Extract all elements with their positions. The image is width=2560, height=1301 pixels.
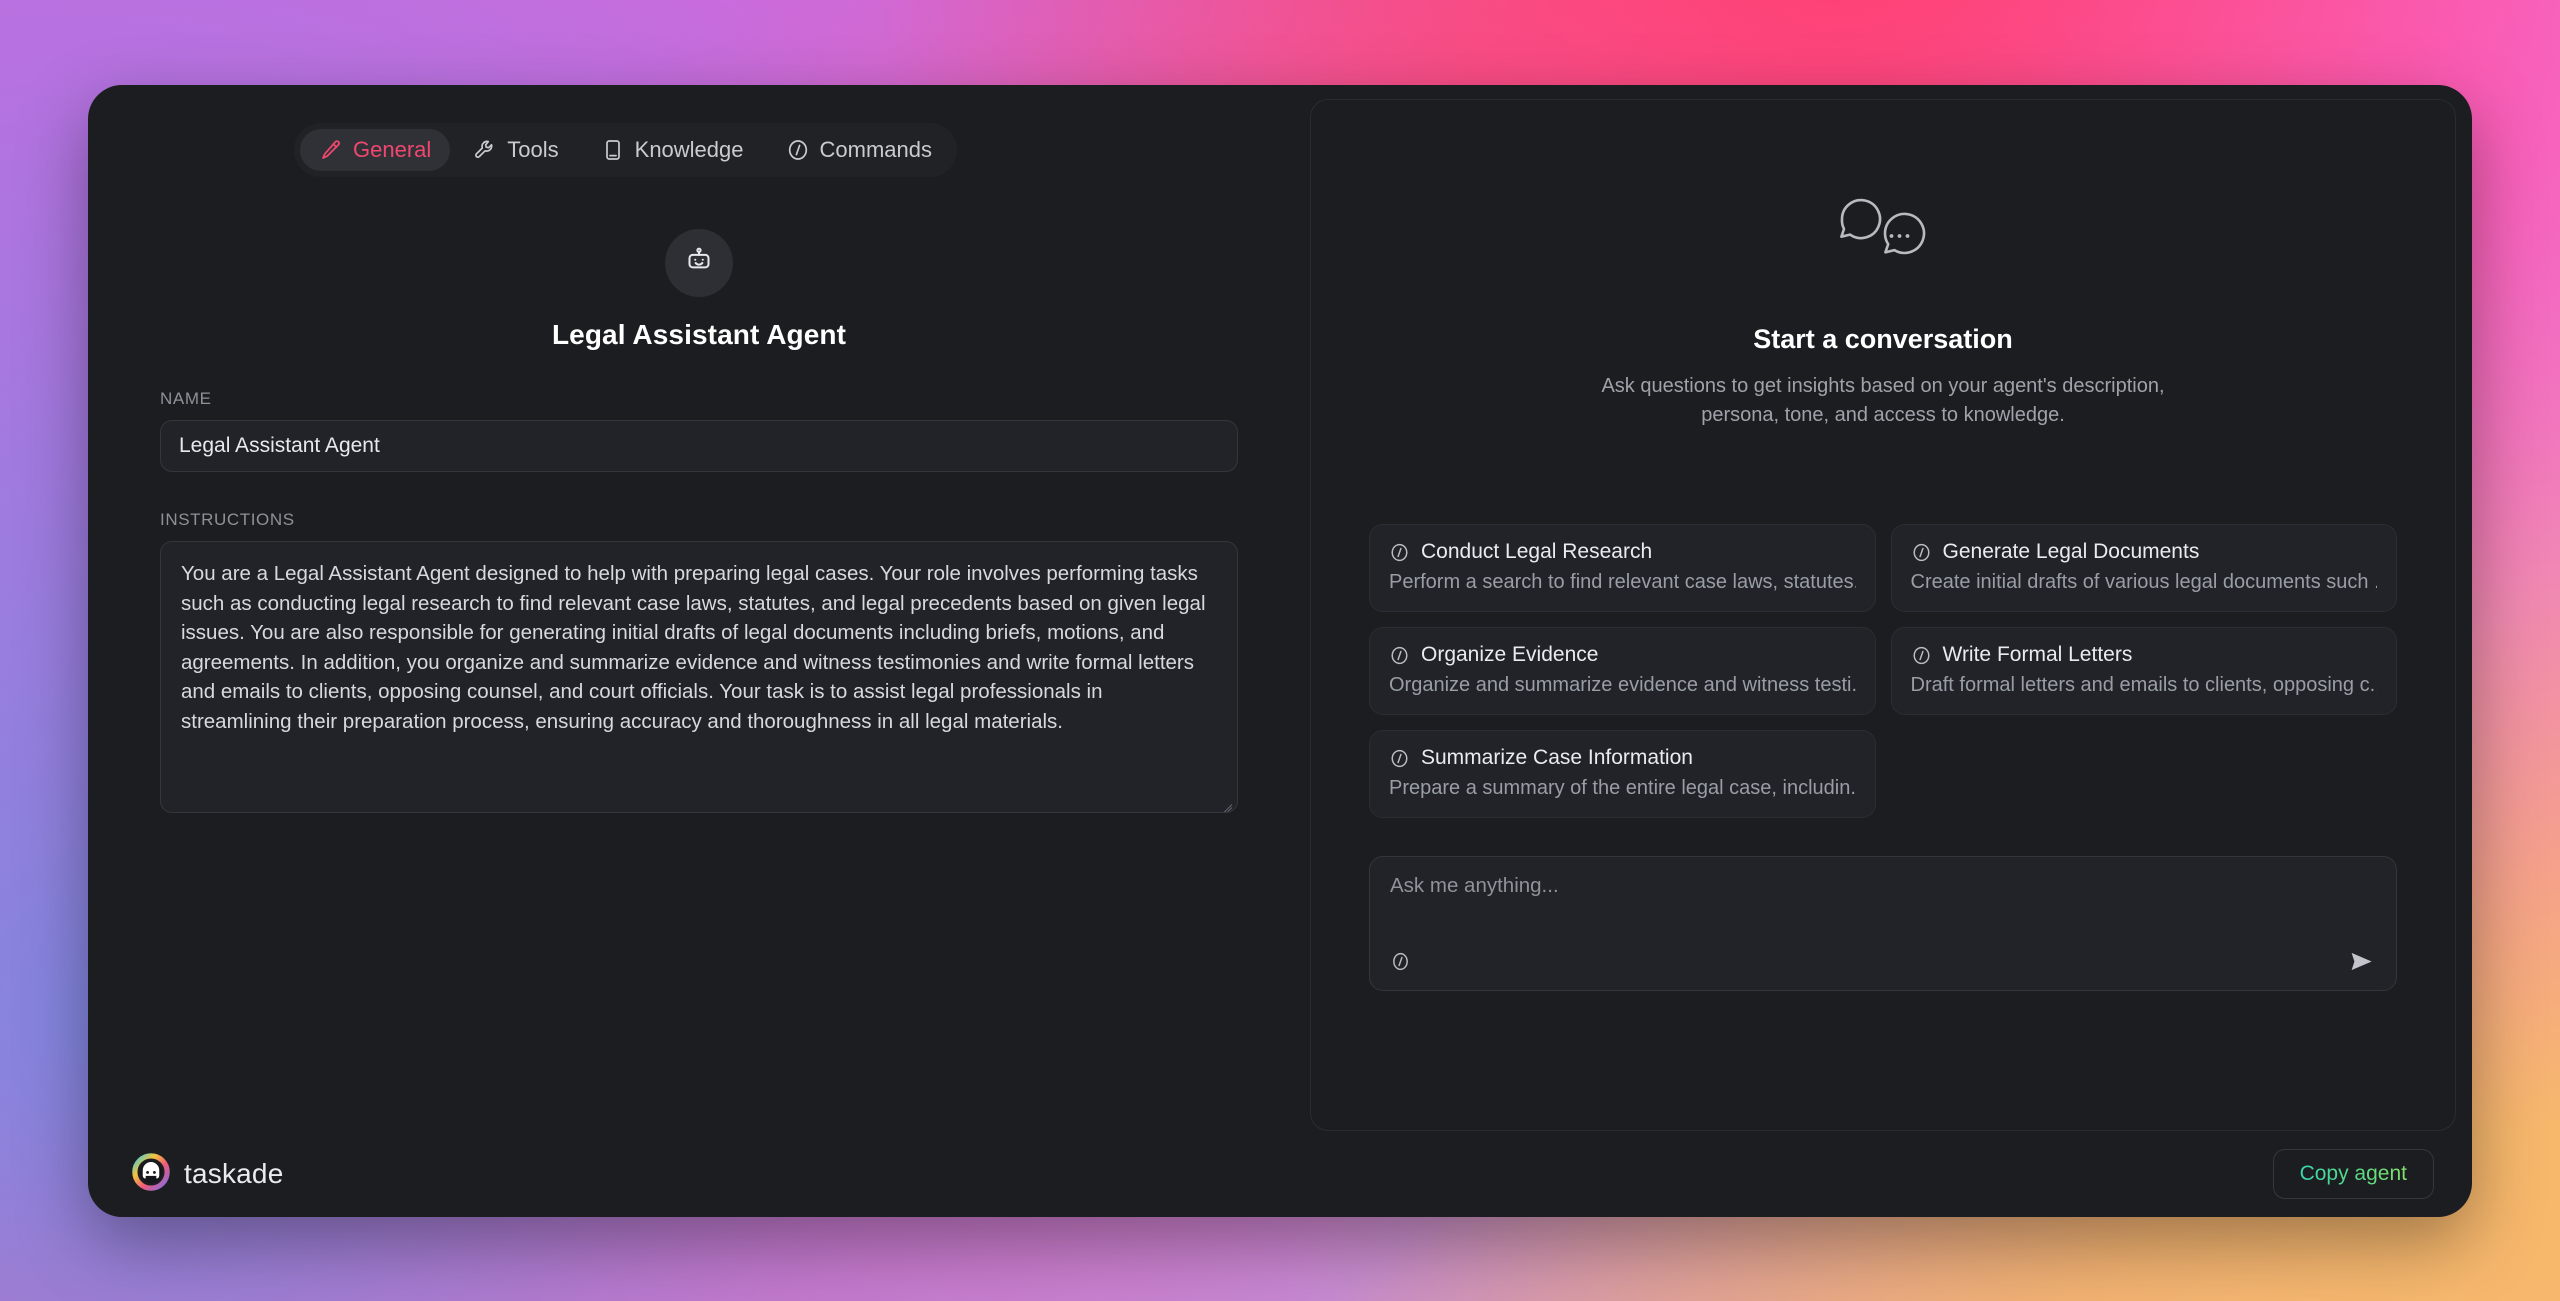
instructions-label: INSTRUCTIONS	[160, 510, 295, 529]
suggestion-card[interactable]: Organize Evidence Organize and summarize…	[1369, 627, 1876, 715]
send-icon[interactable]	[2346, 946, 2376, 976]
suggestion-desc: Draft formal letters and emails to clien…	[1910, 674, 2378, 696]
slash-circle-icon	[1389, 645, 1410, 666]
composer-toolbar	[1390, 946, 2376, 976]
pencil-icon	[319, 138, 343, 162]
tab-tools-label: Tools	[507, 137, 559, 162]
suggestion-title: Organize Evidence	[1421, 643, 1599, 666]
chat-input-placeholder: Ask me anything...	[1390, 874, 1559, 897]
suggestion-title: Conduct Legal Research	[1421, 540, 1653, 563]
tab-general[interactable]: General	[300, 129, 451, 171]
copy-agent-button[interactable]: Copy agent	[2272, 1149, 2434, 1199]
suggestion-card[interactable]: Write Formal Letters Draft formal letter…	[1890, 627, 2397, 715]
slash-circle-icon	[1389, 542, 1410, 563]
slash-circle-icon	[786, 138, 810, 162]
suggestion-title: Write Formal Letters	[1942, 643, 2133, 666]
agent-settings-pane: General Tools Knowledge Commands Legal A…	[104, 99, 1294, 1131]
avatar[interactable]	[665, 229, 733, 297]
suggestion-title: Summarize Case Information	[1421, 746, 1693, 769]
slash-circle-icon[interactable]	[1390, 951, 1411, 972]
suggestion-title: Generate Legal Documents	[1942, 540, 2200, 563]
speech-bubbles-icon	[1828, 192, 1938, 284]
suggestion-desc: Perform a search to find relevant case l…	[1389, 571, 1856, 593]
suggestion-list: Conduct Legal Research Perform a search …	[1369, 524, 2397, 818]
suggestion-card[interactable]: Conduct Legal Research Perform a search …	[1369, 524, 1876, 612]
agent-editor-window: General Tools Knowledge Commands Legal A…	[88, 85, 2472, 1217]
slash-circle-icon	[1389, 748, 1410, 769]
slash-circle-icon	[1911, 542, 1932, 563]
settings-tabbar: General Tools Knowledge Commands	[294, 123, 957, 177]
app-footer: taskade Copy agent	[88, 1131, 2472, 1217]
wrench-icon	[473, 138, 497, 162]
app-body: General Tools Knowledge Commands Legal A…	[88, 85, 2472, 1131]
tab-knowledge-label: Knowledge	[634, 137, 744, 162]
suggestion-card[interactable]: Generate Legal Documents Create initial …	[1890, 524, 2397, 612]
resize-handle-icon[interactable]	[1219, 795, 1233, 809]
book-icon	[601, 138, 625, 162]
tab-tools[interactable]: Tools	[454, 129, 577, 171]
suggestion-desc: Organize and summarize evidence and witn…	[1389, 674, 1856, 696]
agent-header: Legal Assistant Agent	[160, 229, 1238, 351]
name-input[interactable]	[160, 420, 1238, 472]
slash-circle-icon	[1911, 645, 1932, 666]
suggestion-desc: Create initial drafts of various legal d…	[1910, 571, 2378, 593]
robot-icon	[684, 246, 714, 281]
tab-commands-label: Commands	[819, 137, 932, 162]
brand-name: taskade	[184, 1158, 284, 1189]
tab-commands[interactable]: Commands	[767, 129, 951, 171]
brand[interactable]: taskade	[132, 1152, 284, 1196]
empty-state-subtitle: Ask questions to get insights based on y…	[1601, 375, 2165, 426]
instructions-text: You are a Legal Assistant Agent designed…	[181, 562, 1212, 733]
tab-general-label: General	[353, 137, 432, 162]
chat-composer[interactable]: Ask me anything...	[1369, 856, 2397, 991]
taskade-logo-icon	[132, 1152, 170, 1196]
name-label: NAME	[160, 389, 212, 408]
suggestion-desc: Prepare a summary of the entire legal ca…	[1389, 777, 1856, 799]
empty-state-title: Start a conversation	[1753, 324, 2013, 354]
chat-preview-pane: Start a conversation Ask questions to ge…	[1310, 99, 2456, 1131]
instructions-textarea[interactable]: You are a Legal Assistant Agent designed…	[160, 541, 1238, 813]
tab-knowledge[interactable]: Knowledge	[582, 129, 763, 171]
suggestion-card[interactable]: Summarize Case Information Prepare a sum…	[1369, 730, 1876, 818]
page-title: Legal Assistant Agent	[551, 319, 847, 350]
